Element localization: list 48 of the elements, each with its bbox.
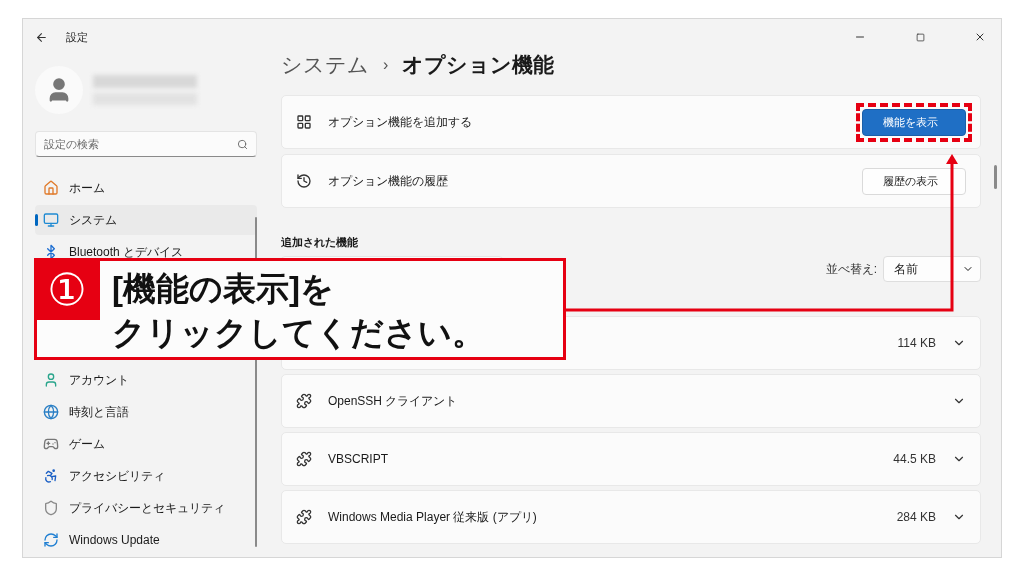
grid-plus-icon (296, 114, 312, 130)
maximize-icon[interactable] (915, 32, 925, 42)
feature-name: OpenSSH クライアント (328, 392, 459, 410)
page-title: オプション機能 (402, 52, 555, 78)
section-heading: 追加された機能 (281, 235, 359, 250)
close-icon[interactable] (974, 31, 986, 43)
monitor-icon (43, 212, 59, 228)
sidebar-item[interactable]: Windows Update (35, 525, 257, 555)
feature-size: 44.5 KB (893, 452, 936, 466)
sidebar-item[interactable]: アクセシビリティ (35, 461, 257, 491)
avatar (35, 66, 83, 114)
update-icon (43, 532, 59, 548)
sidebar-item[interactable]: ゲーム (35, 429, 257, 459)
history-icon (296, 173, 312, 189)
feature-row[interactable]: VBSCRIPT 44.5 KB (281, 432, 981, 486)
feature-row[interactable]: OpenSSH クライアント (281, 374, 981, 428)
shield-icon (43, 500, 59, 516)
feature-row[interactable]: Windows Media Player 従来版 (アプリ) 284 KB (281, 490, 981, 544)
gamepad-icon (43, 436, 59, 452)
card-label: オプション機能を追加する (328, 113, 473, 131)
back-icon[interactable] (35, 30, 48, 44)
globe-icon (43, 404, 59, 420)
sidebar-item[interactable]: アカウント (35, 365, 257, 395)
search-field[interactable]: 設定の検索 (35, 131, 257, 157)
window-title: 設定 (66, 29, 89, 45)
feature-size: 114 KB (897, 336, 936, 350)
home-icon (43, 180, 59, 196)
breadcrumb-separator: › (383, 56, 389, 74)
puzzle-icon (296, 509, 312, 525)
sidebar-item[interactable]: 時刻と言語 (35, 397, 257, 427)
search-icon (237, 138, 248, 150)
sidebar-item[interactable]: システム (35, 205, 257, 235)
feature-size: 284 KB (896, 510, 936, 524)
breadcrumb-link[interactable]: システム (281, 51, 369, 79)
feature-name: Windows Media Player 従来版 (アプリ) (328, 508, 538, 526)
accessibility-icon (43, 468, 59, 484)
card-label: オプション機能の履歴 (328, 172, 449, 190)
sort-dropdown[interactable]: 名前 (883, 256, 981, 282)
primary-button[interactable]: 機能を表示 (862, 108, 966, 136)
puzzle-icon (296, 393, 312, 409)
step-number: ① (34, 258, 100, 320)
secondary-button[interactable]: 履歴の表示 (862, 167, 966, 195)
sidebar-item[interactable]: プライバシーとセキュリティ (35, 493, 257, 523)
sidebar-item[interactable]: ホーム (35, 173, 257, 203)
person-icon (43, 372, 59, 388)
puzzle-icon (296, 451, 312, 467)
feature-name: VBSCRIPT (328, 452, 389, 466)
sort-label: 並べ替え: (825, 260, 877, 278)
